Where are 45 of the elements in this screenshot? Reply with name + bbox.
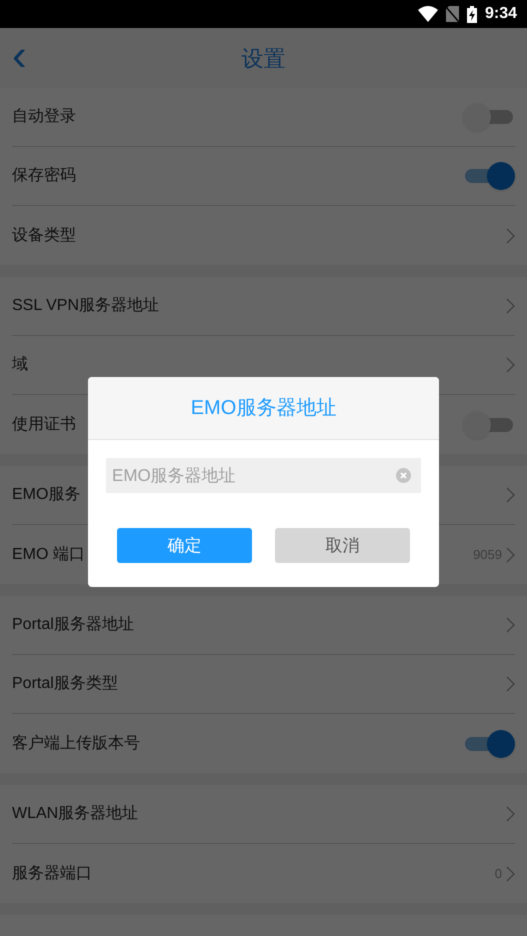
setting-label: Portal服务器地址 (12, 614, 134, 635)
chevron-icon (506, 806, 515, 822)
setting-label: SSL VPN服务器地址 (12, 296, 159, 316)
chevron-icon (506, 546, 515, 562)
setting-label: WLAN服务器地址 (12, 804, 138, 824)
setting-label: 客户端上传版本号 (12, 734, 140, 754)
setting-row[interactable]: 设备类型 (0, 206, 527, 265)
toggle-switch[interactable] (463, 162, 515, 190)
clear-icon[interactable] (396, 468, 411, 483)
dialog-title: EMO服务器地址 (190, 396, 336, 421)
wifi-icon (418, 6, 438, 22)
chevron-icon (506, 676, 515, 692)
back-button[interactable]: ‹ (12, 36, 27, 76)
clock: 9:34 (484, 4, 517, 24)
toggle-switch[interactable] (463, 103, 515, 131)
setting-label: 设备类型 (12, 226, 76, 246)
setting-label: 自动登录 (12, 107, 76, 127)
setting-row[interactable]: Portal服务类型 (0, 655, 527, 714)
cancel-button[interactable]: 取消 (275, 528, 410, 563)
setting-label: Portal服务类型 (12, 674, 118, 694)
setting-label: 域 (12, 354, 28, 375)
chevron-icon (506, 357, 515, 373)
setting-row[interactable]: 保存密码 (0, 147, 527, 206)
setting-label: EMO服务 (12, 485, 80, 505)
setting-label: 使用证书 (12, 414, 76, 434)
chevron-icon (506, 487, 515, 503)
setting-row[interactable]: 客户端上传版本号 (0, 714, 527, 773)
setting-label: 保存密码 (12, 166, 76, 186)
toggle-switch[interactable] (463, 730, 515, 758)
setting-row[interactable]: WLAN服务器地址 (0, 785, 527, 844)
setting-label: EMO 端口 (12, 544, 85, 564)
confirm-button[interactable]: 确定 (117, 528, 252, 563)
setting-row[interactable]: Portal服务器地址 (0, 596, 527, 655)
setting-row[interactable]: SSL VPN服务器地址 (0, 277, 527, 336)
battery-charging-icon (466, 6, 477, 22)
no-sim-icon (446, 6, 459, 22)
setting-row[interactable]: 自动登录 (0, 88, 527, 147)
chevron-icon (506, 617, 515, 633)
chevron-icon (506, 298, 515, 314)
input-field[interactable]: EMO服务器地址 (106, 458, 421, 493)
page-title: 设置 (242, 44, 286, 72)
setting-label: 服务器端口 (12, 864, 92, 884)
chevron-icon (506, 228, 515, 244)
toggle-switch[interactable] (463, 410, 515, 438)
chevron-icon (506, 866, 515, 882)
